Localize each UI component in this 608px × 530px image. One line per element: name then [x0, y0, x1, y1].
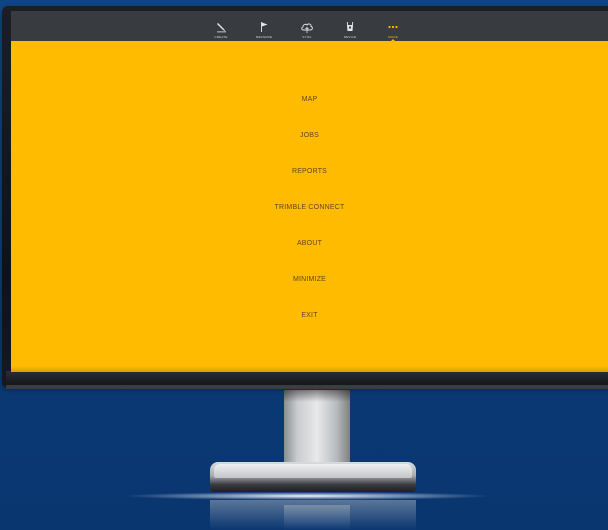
tab-sync[interactable]: SYNC: [287, 11, 327, 41]
menu-item-exit[interactable]: EXIT: [11, 309, 608, 323]
app-screen: CREATE MEASURE SYNC DEVICE MORE MAP JOBS…: [11, 11, 608, 372]
flag-icon: [257, 20, 271, 34]
top-toolbar: CREATE MEASURE SYNC DEVICE MORE: [11, 11, 608, 42]
menu-item-trimble-connect[interactable]: TRIMBLE CONNECT: [11, 201, 608, 215]
pen-icon: [214, 20, 228, 34]
tab-create[interactable]: CREATE: [201, 11, 241, 41]
tab-measure[interactable]: MEASURE: [244, 11, 284, 41]
monitor: CREATE MEASURE SYNC DEVICE MORE MAP JOBS…: [0, 0, 608, 392]
floor-light-reflection: [122, 492, 492, 500]
tab-label: SYNC: [302, 35, 312, 39]
cloud-sync-icon: [300, 20, 314, 34]
device-icon: [343, 20, 357, 34]
menu-item-about[interactable]: ABOUT: [11, 237, 608, 251]
menu-item-reports[interactable]: REPORTS: [11, 165, 608, 179]
more-dots-icon: [386, 20, 400, 34]
tab-label: MEASURE: [255, 35, 273, 39]
menu-item-map[interactable]: MAP: [11, 93, 608, 107]
monitor-stand-neck: [284, 390, 350, 472]
menu-item-minimize[interactable]: MINIMIZE: [11, 273, 608, 287]
tab-label: DEVICE: [343, 35, 357, 39]
monitor-bezel-bottom: [6, 371, 608, 385]
active-tab-indicator: [390, 39, 396, 42]
menu-item-jobs[interactable]: JOBS: [11, 129, 608, 143]
tab-label: CREATE: [214, 35, 228, 39]
tab-more[interactable]: MORE: [373, 11, 413, 42]
tab-device[interactable]: DEVICE: [330, 11, 370, 41]
